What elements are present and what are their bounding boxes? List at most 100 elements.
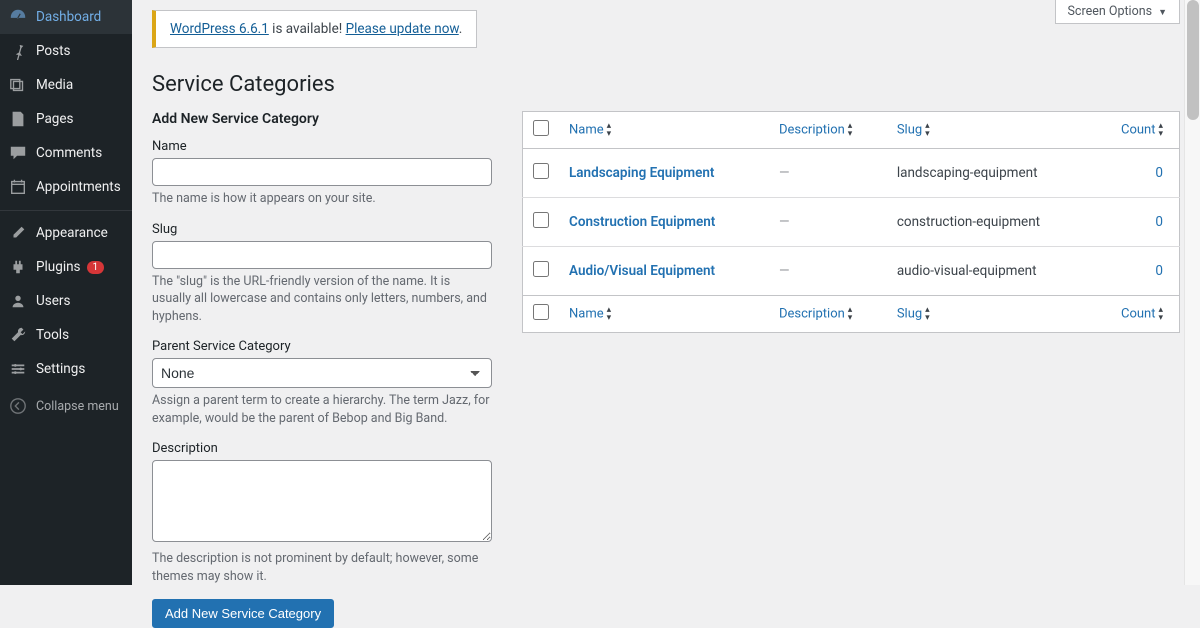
row-name-link[interactable]: Construction Equipment (569, 214, 715, 230)
slug-label: Slug (152, 222, 492, 237)
settings-icon (8, 359, 28, 379)
sidebar-item-label: Dashboard (36, 9, 101, 25)
col-count[interactable]: Count▴▾ (1093, 112, 1180, 149)
row-slug: audio-visual-equipment (897, 263, 1037, 279)
page-title: Service Categories (152, 72, 1180, 97)
sort-icon: ▴▾ (607, 306, 612, 322)
main-content: Screen Options ▼ WordPress 6.6.1 is avail… (132, 0, 1200, 585)
update-notice: WordPress 6.6.1 is available! Please upd… (152, 10, 477, 48)
row-checkbox[interactable] (533, 163, 549, 179)
collapse-menu[interactable]: Collapse menu (0, 386, 132, 423)
description-label: Description (152, 441, 492, 456)
sidebar-item-label: Posts (36, 43, 70, 59)
appearance-icon (8, 223, 28, 243)
select-all-checkbox[interactable] (533, 304, 549, 320)
update-text: is available! (269, 21, 346, 37)
description-desc: The description is not prominent by defa… (152, 550, 492, 585)
row-slug: construction-equipment (897, 214, 1040, 230)
add-form-column: Add New Service Category Name The name i… (152, 111, 492, 628)
sidebar-item-tools[interactable]: Tools (0, 318, 132, 352)
row-description: — (779, 214, 790, 230)
sort-icon: ▴▾ (848, 306, 853, 322)
sidebar-item-appointments[interactable]: Appointments (0, 170, 132, 204)
update-version-link[interactable]: WordPress 6.6.1 (170, 21, 269, 37)
sidebar-item-label: Tools (36, 327, 69, 343)
pin-icon (8, 41, 28, 61)
select-all-checkbox[interactable] (533, 120, 549, 136)
calendar-icon (8, 177, 28, 197)
select-all-header[interactable] (523, 112, 560, 149)
form-heading: Add New Service Category (152, 111, 492, 127)
col-name[interactable]: Name▴▾ (559, 112, 769, 149)
sidebar-item-appearance[interactable]: Appearance (0, 210, 132, 250)
col-description[interactable]: Description▴▾ (769, 296, 887, 333)
col-slug[interactable]: Slug▴▾ (887, 296, 1093, 333)
table-row: Construction Equipment — construction-equi… (523, 198, 1180, 247)
slug-input[interactable] (152, 241, 492, 269)
name-input[interactable] (152, 158, 492, 186)
scrollbar-thumb[interactable] (1187, 0, 1199, 120)
sidebar-item-dashboard[interactable]: Dashboard (0, 0, 132, 34)
row-count[interactable]: 0 (1155, 263, 1163, 279)
row-description: — (779, 263, 790, 279)
sidebar-item-plugins[interactable]: Plugins 1 (0, 250, 132, 284)
update-now-link[interactable]: Please update now (346, 21, 459, 37)
chevron-down-icon: ▼ (1158, 8, 1167, 18)
sidebar-item-label: Appointments (36, 179, 121, 195)
sidebar-item-comments[interactable]: Comments (0, 136, 132, 170)
sort-icon: ▴▾ (925, 306, 930, 322)
sidebar-item-label: Appearance (36, 225, 108, 241)
name-desc: The name is how it appears on your site. (152, 190, 492, 208)
tools-icon (8, 325, 28, 345)
row-checkbox[interactable] (533, 261, 549, 277)
sort-icon: ▴▾ (1158, 306, 1163, 322)
sidebar-item-users[interactable]: Users (0, 284, 132, 318)
name-label: Name (152, 139, 492, 154)
row-name-link[interactable]: Audio/Visual Equipment (569, 263, 715, 279)
sidebar-item-label: Media (36, 77, 73, 93)
select-all-footer[interactable] (523, 296, 560, 333)
screen-options-label: Screen Options (1068, 4, 1153, 19)
add-category-button[interactable]: Add New Service Category (152, 599, 334, 628)
table-column: Name▴▾ Description▴▾ Slug▴▾ Count▴▾ Land… (522, 111, 1180, 628)
sidebar-item-label: Users (36, 293, 70, 309)
description-textarea[interactable] (152, 460, 492, 542)
dashboard-icon (8, 7, 28, 27)
parent-label: Parent Service Category (152, 339, 492, 354)
row-checkbox[interactable] (533, 212, 549, 228)
users-icon (8, 291, 28, 311)
collapse-label: Collapse menu (36, 399, 119, 414)
slug-desc: The "slug" is the URL-friendly version o… (152, 273, 492, 326)
row-slug: landscaping-equipment (897, 165, 1038, 181)
row-description: — (779, 165, 790, 181)
screen-options-toggle[interactable]: Screen Options ▼ (1055, 0, 1181, 24)
scrollbar[interactable] (1184, 0, 1200, 585)
categories-table: Name▴▾ Description▴▾ Slug▴▾ Count▴▾ Land… (522, 111, 1180, 333)
sidebar-item-pages[interactable]: Pages (0, 102, 132, 136)
col-name[interactable]: Name▴▾ (559, 296, 769, 333)
plugin-icon (8, 257, 28, 277)
sidebar-item-label: Settings (36, 361, 85, 377)
row-name-link[interactable]: Landscaping Equipment (569, 165, 714, 181)
sidebar-item-settings[interactable]: Settings (0, 352, 132, 386)
media-icon (8, 75, 28, 95)
sidebar-item-label: Pages (36, 111, 74, 127)
row-count[interactable]: 0 (1155, 165, 1163, 181)
parent-desc: Assign a parent term to create a hierarc… (152, 392, 492, 427)
col-description[interactable]: Description▴▾ (769, 112, 887, 149)
update-badge: 1 (87, 261, 105, 274)
sidebar-item-posts[interactable]: Posts (0, 34, 132, 68)
sidebar-item-label: Comments (36, 145, 102, 161)
row-count[interactable]: 0 (1155, 214, 1163, 230)
sidebar-item-media[interactable]: Media (0, 68, 132, 102)
col-count[interactable]: Count▴▾ (1093, 296, 1180, 333)
collapse-icon (8, 396, 28, 416)
table-row: Audio/Visual Equipment — audio-visual-equi… (523, 247, 1180, 296)
comments-icon (8, 143, 28, 163)
col-slug[interactable]: Slug▴▾ (887, 112, 1093, 149)
sort-icon: ▴▾ (1158, 122, 1163, 138)
sort-icon: ▴▾ (607, 122, 612, 138)
parent-select[interactable]: None (152, 358, 492, 388)
pages-icon (8, 109, 28, 129)
sidebar-item-label: Plugins (36, 259, 81, 275)
